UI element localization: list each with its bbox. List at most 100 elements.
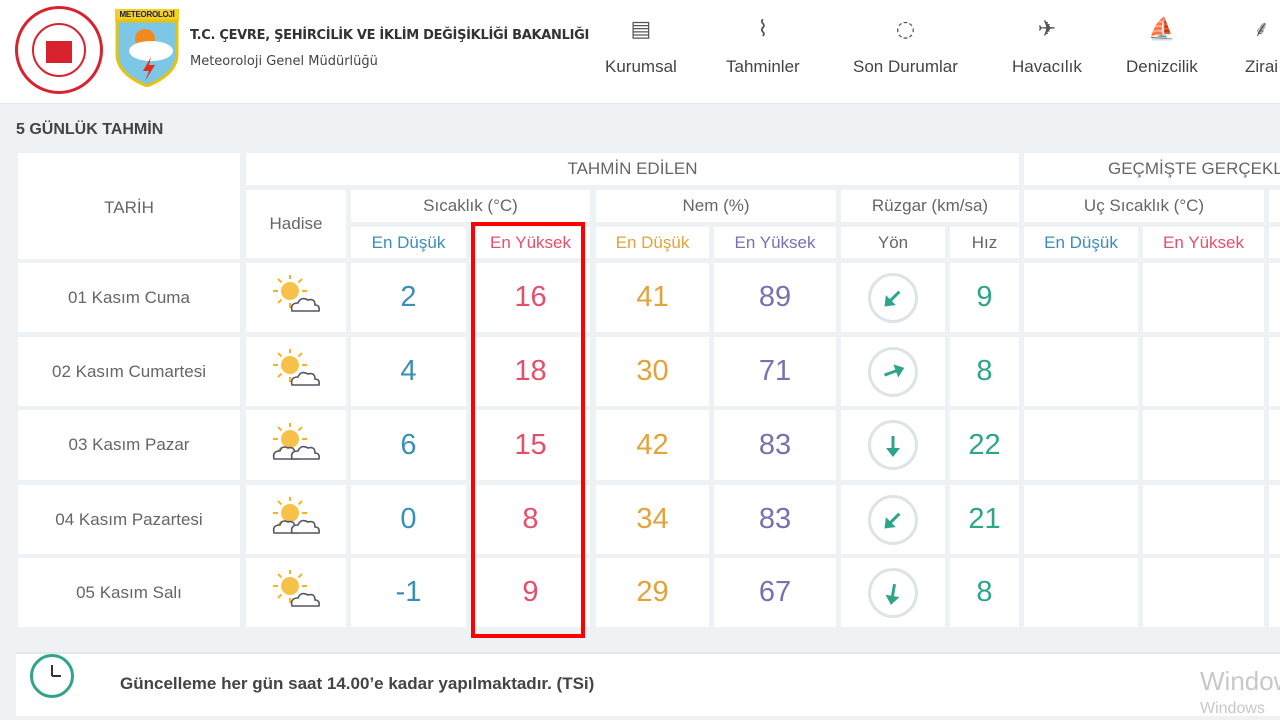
temp-low-cell: -1	[351, 558, 466, 627]
wind-arrow-icon	[884, 290, 901, 306]
meteoroloji-logo-text: METEOROLOJİ	[119, 10, 175, 19]
empty-cell	[1143, 263, 1264, 332]
wind-arrow-icon	[884, 363, 905, 378]
partly-cloudy-icon	[270, 569, 322, 615]
forecast-group-header: TAHMİN EDİLEN	[246, 153, 1019, 185]
empty-cell	[1143, 337, 1264, 406]
wind-header: Rüzgar (km/sa)	[841, 190, 1019, 222]
check-circle-icon: ◌	[895, 17, 916, 42]
empty-cell	[1024, 485, 1138, 554]
airplane-icon: ✈	[1037, 17, 1057, 42]
wind-arrow-icon	[884, 512, 901, 528]
hum-high-cell: 67	[714, 558, 836, 627]
wind-speed-cell: 21	[950, 485, 1019, 554]
date-cell: 04 Kasım Pazartesi	[18, 485, 240, 554]
windows-watermark: Windows	[1200, 666, 1280, 696]
nav-denizcilik[interactable]: ⛵ Denizcilik	[1126, 15, 1198, 77]
wind-speed-cell: 8	[950, 337, 1019, 406]
partly-cloudy-icon	[270, 348, 322, 394]
hum-high-cell: 89	[714, 263, 836, 332]
empty-cell	[1269, 558, 1280, 627]
temp-low-cell: 6	[351, 410, 466, 480]
clock-icon	[30, 654, 74, 698]
wind-speed-cell: 9	[950, 263, 1019, 332]
empty-cell	[1269, 263, 1280, 332]
wind-arrow-icon	[885, 583, 900, 605]
empty-cell	[1143, 485, 1264, 554]
humidity-header: Nem (%)	[596, 190, 836, 222]
wind-dir-header: Yön	[841, 227, 945, 258]
ministry-name: T.C. ÇEVRE, ŞEHİRCİLİK VE İKLİM DEĞİŞİKL…	[190, 28, 590, 43]
sailboat-icon: ⛵	[1148, 17, 1176, 42]
wind-direction-cell	[841, 263, 945, 332]
hum-low-cell: 42	[596, 410, 709, 480]
update-note-bar: Güncelleme her gün saat 14.00’e kadar ya…	[16, 652, 1280, 716]
temp-header: Sıcaklık (°C)	[351, 190, 590, 222]
empty-cell	[1269, 485, 1280, 554]
weather-cell	[246, 263, 346, 332]
wind-direction-cell	[841, 558, 945, 627]
date-header: TARİH	[18, 153, 240, 259]
nav-son-durumlar[interactable]: ◌ Son Durumlar	[853, 15, 958, 77]
hum-low-cell: 34	[596, 485, 709, 554]
extreme-low-header: En Düşük	[1024, 227, 1138, 258]
temp-low-cell: 4	[351, 337, 466, 406]
temp-low-cell: 2	[351, 263, 466, 332]
windows-watermark-sub: Windows	[1200, 700, 1265, 717]
mostly-cloudy-icon	[270, 421, 322, 468]
weather-cell	[246, 337, 346, 406]
empty-cell	[1024, 337, 1138, 406]
nav-zirai[interactable]: ⸙ Zirai	[1245, 15, 1278, 77]
hum-low-cell: 30	[596, 337, 709, 406]
extreme-temp-header: Uç Sıcaklık (°C)	[1024, 190, 1264, 222]
weather-cell	[246, 410, 346, 480]
wind-compass	[868, 494, 918, 545]
directorate-name: Meteoroloji Genel Müdürlüğü	[190, 54, 378, 69]
wind-compass	[868, 346, 918, 397]
date-cell: 05 Kasım Salı	[18, 558, 240, 627]
wind-speed-cell: 22	[950, 410, 1019, 480]
update-note: Güncelleme her gün saat 14.00’e kadar ya…	[120, 674, 595, 693]
page-title: 5 GÜNLÜK TAHMİN	[16, 121, 164, 138]
wind-arrow-icon	[886, 436, 900, 457]
chart-icon: ⌇	[757, 17, 769, 42]
date-cell: 01 Kasım Cuma	[18, 263, 240, 332]
wind-direction-cell	[841, 410, 945, 480]
highlight-box	[471, 222, 585, 638]
partly-cloudy-icon	[270, 274, 322, 320]
hum-high-cell: 83	[714, 485, 836, 554]
empty-cell	[1024, 410, 1138, 480]
hum-high-header: En Yüksek	[714, 227, 836, 258]
nav-tahminler[interactable]: ⌇ Tahminler	[726, 15, 800, 77]
hum-high-cell: 71	[714, 337, 836, 406]
temp-low-header: En Düşük	[351, 227, 466, 258]
wind-compass	[868, 420, 918, 470]
mostly-cloudy-icon	[270, 496, 322, 542]
wind-direction-cell	[841, 485, 945, 554]
wind-compass	[868, 272, 918, 323]
wind-direction-cell	[841, 337, 945, 406]
wind-speed-header: Hız	[950, 227, 1019, 258]
nav-kurumsal[interactable]: ▤ Kurumsal	[605, 15, 677, 77]
empty-cell	[1024, 263, 1138, 332]
document-icon: ▤	[630, 17, 652, 42]
weather-cell	[246, 558, 346, 627]
cut-header	[1269, 190, 1280, 222]
hum-low-cell: 29	[596, 558, 709, 627]
wheat-icon: ⸙	[1253, 17, 1270, 42]
empty-cell	[1024, 558, 1138, 627]
cut-header	[1269, 227, 1280, 258]
event-header: Hadise	[246, 190, 346, 258]
site-header: METEOROLOJİ T.C. ÇEVRE, ŞEHİRCİLİK VE İK…	[0, 0, 1280, 104]
nav-havacilik[interactable]: ✈ Havacılık	[1012, 15, 1082, 77]
wind-speed-cell: 8	[950, 558, 1019, 627]
hum-low-header: En Düşük	[596, 227, 709, 258]
hum-high-cell: 83	[714, 410, 836, 480]
past-group-header: GEÇMİŞTE GERÇEKLEŞEN	[1024, 153, 1280, 185]
date-cell: 02 Kasım Cumartesi	[18, 337, 240, 406]
empty-cell	[1269, 337, 1280, 406]
extreme-high-header: En Yüksek	[1143, 227, 1264, 258]
date-cell: 03 Kasım Pazar	[18, 410, 240, 480]
ministry-logo[interactable]	[15, 6, 103, 94]
temp-low-cell: 0	[351, 485, 466, 554]
